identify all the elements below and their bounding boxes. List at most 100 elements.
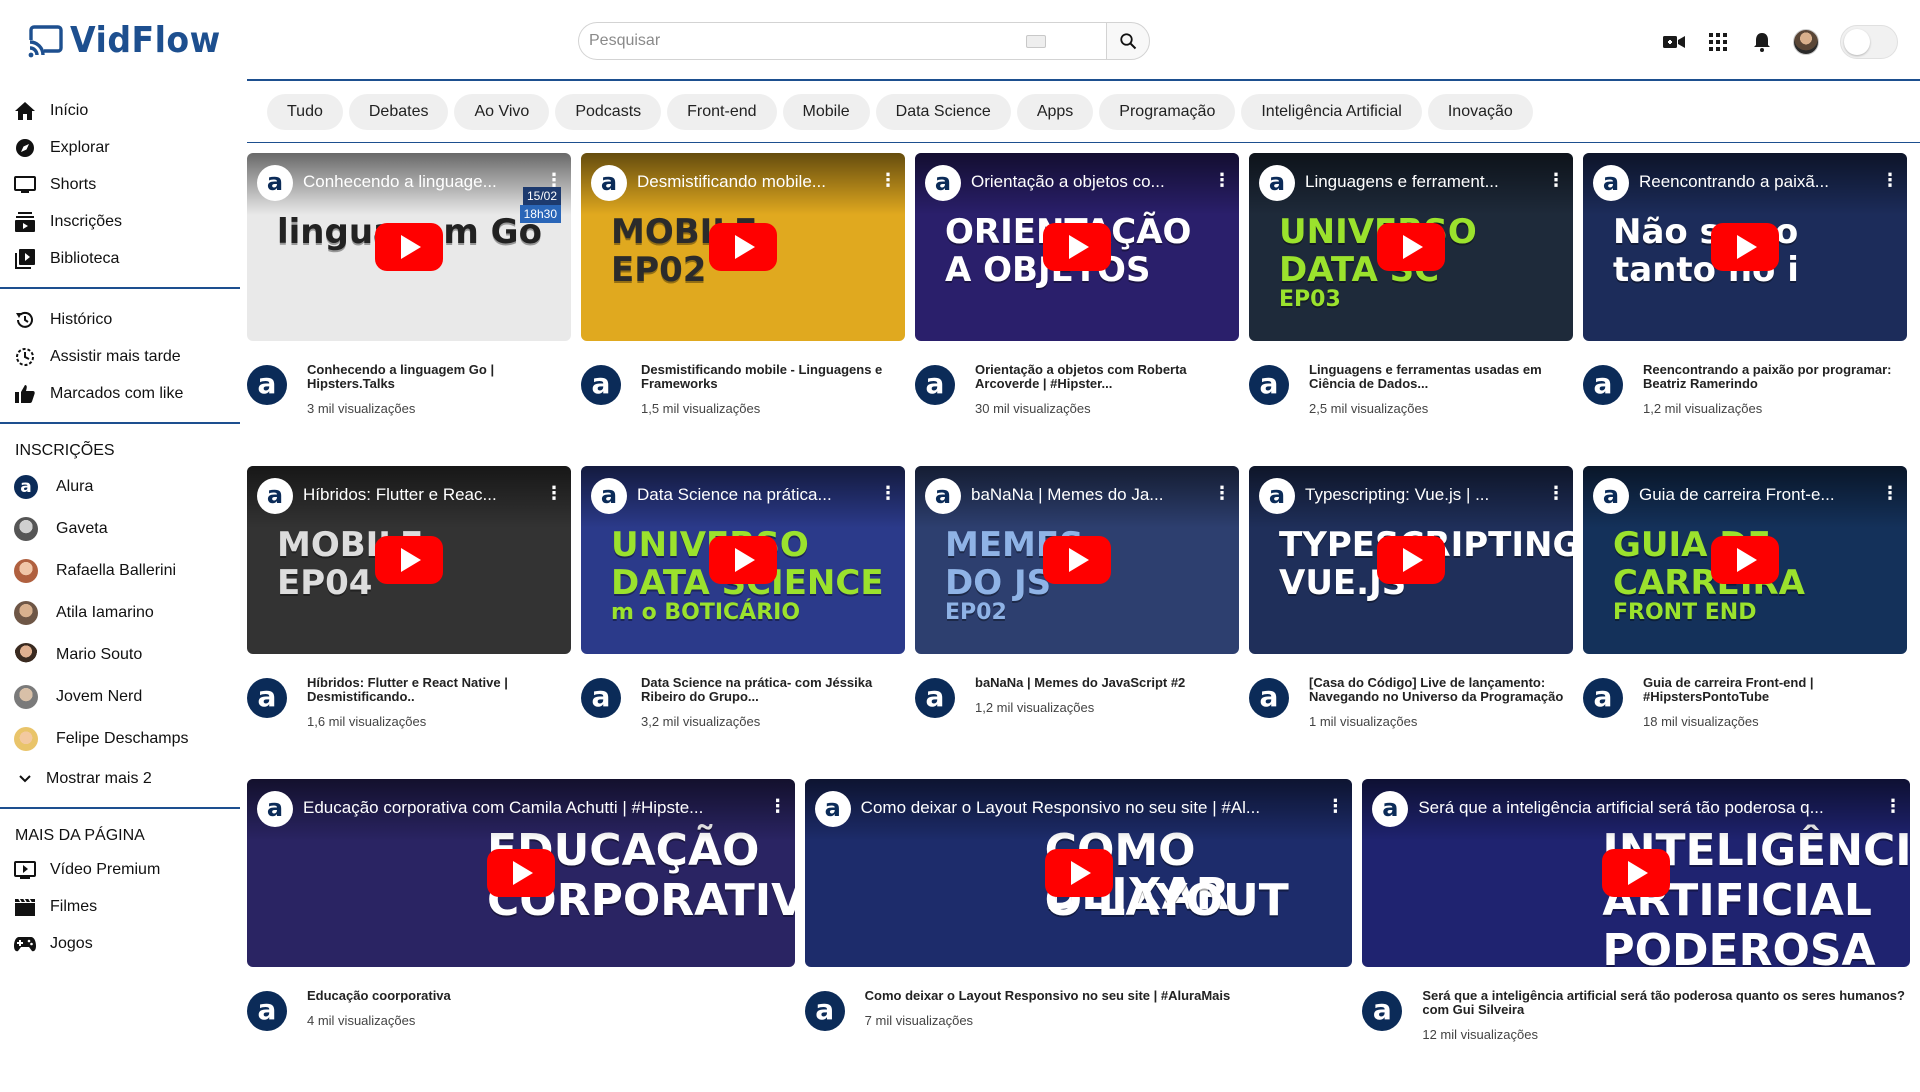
channel-logo-icon[interactable]: a [257, 791, 293, 827]
sidebar-item-assistir-mais-tarde[interactable]: Assistir mais tarde [0, 338, 240, 375]
chip-mobile[interactable]: Mobile [782, 94, 870, 130]
video-thumbnail[interactable]: UNIVERSO DATA SC EP03 a Linguagens e fer… [1249, 153, 1573, 341]
chip-debates[interactable]: Debates [348, 94, 449, 130]
video-card[interactable]: UNIVERSO DATA SCIENCE m o BOTICÁRIO a Da… [581, 466, 905, 779]
play-icon[interactable] [375, 536, 443, 584]
channel-avatar[interactable]: a [915, 678, 955, 718]
play-icon[interactable] [1043, 536, 1111, 584]
video-title[interactable]: Conhecendo a linguagem Go | Hipsters.Tal… [307, 363, 571, 391]
channel-avatar[interactable]: a [247, 991, 287, 1031]
sidebar-item-historico[interactable]: Histórico [0, 301, 240, 338]
subscription-felipe-deschamps[interactable]: Felipe Deschamps [0, 718, 240, 760]
play-icon[interactable] [486, 849, 555, 897]
video-card[interactable]: GUIA DE CARREIRA FRONT END a Guia de car… [1583, 466, 1907, 779]
subscription-gaveta[interactable]: Gaveta [0, 508, 240, 550]
video-title[interactable]: Será que a inteligência artificial será … [1422, 989, 1910, 1017]
thumbnail-title[interactable]: baNaNa | Memes do Ja... [971, 485, 1213, 505]
chip-apps[interactable]: Apps [1016, 94, 1094, 130]
channel-logo-icon[interactable]: a [257, 478, 293, 514]
video-title[interactable]: Híbridos: Flutter e React Native | Desmi… [307, 676, 571, 704]
search-input[interactable] [589, 32, 1026, 50]
more-vert-icon[interactable]: ⋮ [1213, 170, 1231, 191]
thumbnail-title[interactable]: Desmistificando mobile... [637, 172, 879, 192]
channel-avatar[interactable]: a [1249, 365, 1289, 405]
play-icon[interactable] [1711, 536, 1779, 584]
video-card[interactable]: MOBILE EP04 a Híbridos: Flutter e Reac..… [247, 466, 571, 779]
sidebar-item-filmes[interactable]: Filmes [0, 888, 240, 925]
channel-avatar[interactable]: a [804, 991, 845, 1031]
thumbnail-title[interactable]: Typescripting: Vue.js | ... [1305, 485, 1547, 505]
video-thumbnail[interactable]: MOBILE EP04 a Híbridos: Flutter e Reac..… [247, 466, 571, 654]
video-thumbnail[interactable]: Não se co tanto no i a Reencontrando a p… [1583, 153, 1907, 341]
thumbnail-title[interactable]: Linguagens e ferrament... [1305, 172, 1547, 192]
subscription-alura[interactable]: a Alura [0, 466, 240, 508]
video-thumbnail[interactable]: MEMES DO JS EP02 a baNaNa | Memes do Ja.… [915, 466, 1239, 654]
keyboard-icon[interactable] [1026, 34, 1046, 48]
sidebar-item-video-premium[interactable]: Vídeo Premium [0, 851, 240, 888]
channel-logo-icon[interactable]: a [1372, 791, 1409, 827]
chip-ao-vivo[interactable]: Ao Vivo [454, 94, 550, 130]
chip-programacao[interactable]: Programação [1099, 94, 1236, 130]
video-thumbnail[interactable]: COMO DEIXAR O LAYOUT a Como deixar o Lay… [804, 779, 1353, 967]
video-card[interactable]: MEMES DO JS EP02 a baNaNa | Memes do Ja.… [915, 466, 1239, 779]
video-card[interactable]: Não se co tanto no i a Reencontrando a p… [1583, 153, 1907, 466]
play-icon[interactable] [375, 223, 443, 271]
sidebar-item-explorar[interactable]: Explorar [0, 129, 240, 166]
video-thumbnail[interactable]: INTELIGÊNCIA ARTIFICIAL PODEROSA a Será … [1362, 779, 1911, 967]
sidebar-item-shorts[interactable]: Shorts [0, 166, 240, 203]
search-button[interactable] [1106, 22, 1150, 60]
thumbnail-title[interactable]: Data Science na prática... [637, 485, 879, 505]
video-card[interactable]: EDUCAÇÃO CORPORATIVA a Educação corporat… [247, 779, 795, 1092]
video-thumbnail[interactable]: GUIA DE CARREIRA FRONT END a Guia de car… [1583, 466, 1907, 654]
channel-logo-icon[interactable]: a [1593, 165, 1629, 201]
channel-logo-icon[interactable]: a [925, 478, 961, 514]
more-vert-icon[interactable]: ⋮ [879, 170, 897, 191]
sidebar-item-marcados-com-like[interactable]: Marcados com like [0, 375, 240, 412]
more-vert-icon[interactable]: ⋮ [769, 796, 787, 817]
video-title[interactable]: Linguagens e ferramentas usadas em Ciênc… [1309, 363, 1573, 391]
channel-avatar[interactable]: a [247, 365, 287, 405]
channel-logo-icon[interactable]: a [1259, 165, 1295, 201]
play-icon[interactable] [1044, 849, 1113, 897]
subscription-jovem-nerd[interactable]: Jovem Nerd [0, 676, 240, 718]
video-thumbnail[interactable]: TYPESCRIPTING: VUE.JS a Typescripting: V… [1249, 466, 1573, 654]
chip-data-science[interactable]: Data Science [875, 94, 1011, 130]
thumbnail-title[interactable]: Como deixar o Layout Responsivo no seu s… [861, 798, 1327, 818]
play-icon[interactable] [709, 536, 777, 584]
video-title[interactable]: [Casa do Código] Live de lançamento: Nav… [1309, 676, 1573, 704]
more-vert-icon[interactable]: ⋮ [1881, 170, 1899, 191]
thumbnail-title[interactable]: Conhecendo a linguage... [303, 172, 545, 192]
video-card[interactable]: MOBILE EP02 a Desmistificando mobile... … [581, 153, 905, 466]
sidebar-item-jogos[interactable]: Jogos [0, 925, 240, 962]
channel-avatar[interactable]: a [581, 365, 621, 405]
video-card[interactable]: TYPESCRIPTING: VUE.JS a Typescripting: V… [1249, 466, 1573, 779]
video-title[interactable]: baNaNa | Memes do JavaScript #2 [975, 676, 1185, 690]
channel-logo-icon[interactable]: a [1593, 478, 1629, 514]
more-vert-icon[interactable]: ⋮ [1326, 796, 1344, 817]
video-title[interactable]: Orientação a objetos com Roberta Arcover… [975, 363, 1239, 391]
channel-logo-icon[interactable]: a [591, 165, 627, 201]
channel-logo-icon[interactable]: a [1259, 478, 1295, 514]
channel-avatar[interactable]: a [247, 678, 287, 718]
video-title[interactable]: Educação coorporativa [307, 989, 451, 1003]
channel-avatar[interactable]: a [915, 365, 955, 405]
apps-button[interactable] [1696, 22, 1740, 62]
video-card[interactable]: linguagem Go a Conhecendo a linguage... … [247, 153, 571, 466]
account-button[interactable] [1784, 22, 1828, 62]
sidebar-item-biblioteca[interactable]: Biblioteca [0, 240, 240, 277]
video-card[interactable]: INTELIGÊNCIA ARTIFICIAL PODEROSA a Será … [1362, 779, 1911, 1092]
play-icon[interactable] [1043, 223, 1111, 271]
app-logo[interactable]: VidFlow [28, 20, 234, 61]
video-title[interactable]: Guia de carreira Front-end | #HipstersPo… [1643, 676, 1907, 704]
channel-logo-icon[interactable]: a [257, 165, 293, 201]
video-title[interactable]: Data Science na prática- com Jéssika Rib… [641, 676, 905, 704]
video-thumbnail[interactable]: EDUCAÇÃO CORPORATIVA a Educação corporat… [247, 779, 795, 967]
more-vert-icon[interactable]: ⋮ [1884, 796, 1902, 817]
channel-avatar[interactable]: a [1249, 678, 1289, 718]
channel-avatar[interactable]: a [1583, 365, 1623, 405]
theme-toggle[interactable] [1840, 25, 1898, 59]
play-icon[interactable] [1377, 223, 1445, 271]
chip-front-end[interactable]: Front-end [667, 94, 777, 130]
more-vert-icon[interactable]: ⋮ [545, 483, 563, 504]
video-card[interactable]: ORIENTAÇÃO A OBJETOS a Orientação a obje… [915, 153, 1239, 466]
